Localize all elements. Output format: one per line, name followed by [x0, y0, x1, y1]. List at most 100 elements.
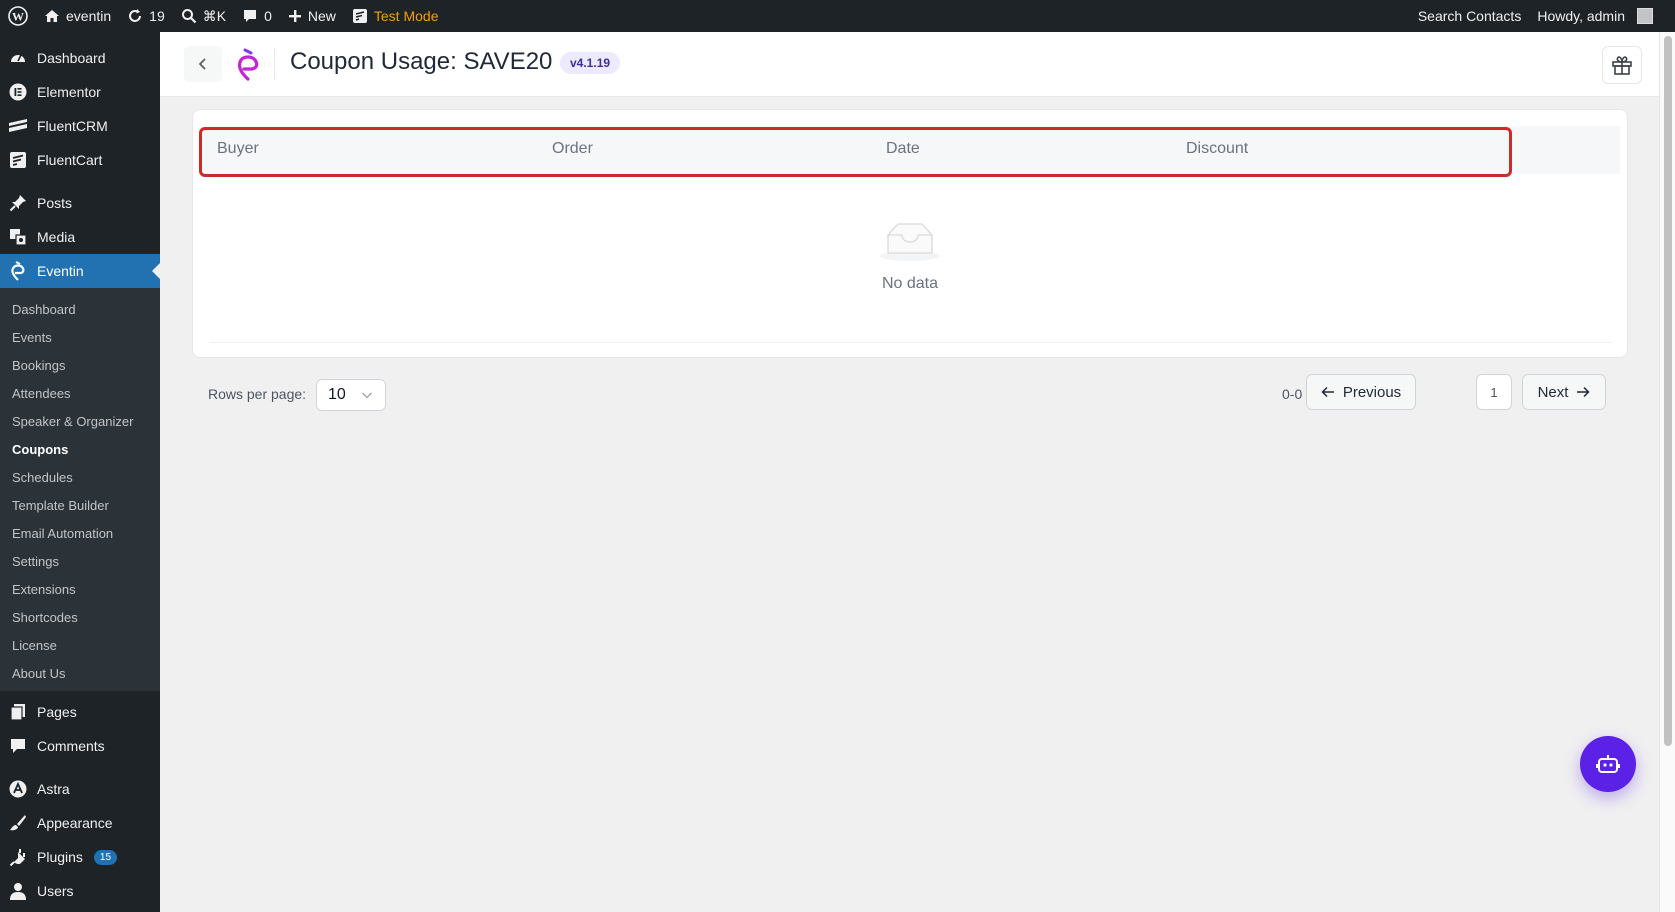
rows-per-page-select[interactable]: 10 [316, 379, 386, 411]
submenu-license[interactable]: License [0, 631, 160, 659]
empty-state: No data [193, 220, 1627, 293]
brush-icon [8, 813, 28, 833]
eventin-submenu: Dashboard Events Bookings Attendees Spea… [0, 288, 160, 691]
menu-label: Appearance [37, 815, 113, 831]
menu-plugins[interactable]: Plugins 15 [0, 840, 160, 874]
menu-appearance[interactable]: Appearance [0, 806, 160, 840]
robot-icon [1596, 755, 1620, 773]
previous-button[interactable]: Previous [1306, 374, 1416, 410]
menu-posts[interactable]: Posts [0, 186, 160, 220]
gift-icon [1612, 56, 1632, 75]
eventin-logo-icon [235, 46, 261, 82]
submenu-speaker-organizer[interactable]: Speaker & Organizer [0, 407, 160, 435]
table-bottom-divider [209, 342, 1611, 343]
empty-text: No data [881, 275, 939, 292]
search-contacts-link[interactable]: Search Contacts [1410, 0, 1530, 32]
menu-users[interactable]: Users [0, 874, 160, 908]
search-shortcut-link[interactable]: ⌘K [173, 0, 234, 32]
menu-label: Media [37, 229, 76, 245]
submenu-coupons[interactable]: Coupons [0, 435, 160, 463]
page-number-1[interactable]: 1 [1476, 374, 1512, 410]
updates-count: 19 [149, 8, 165, 24]
submenu-schedules[interactable]: Schedules [0, 463, 160, 491]
arrow-left-icon [1321, 386, 1334, 398]
fluentcart-icon [8, 150, 28, 170]
menu-comments[interactable]: Comments [0, 729, 160, 763]
menu-media[interactable]: Media [0, 220, 160, 254]
submenu-settings[interactable]: Settings [0, 547, 160, 575]
search-shortcut: ⌘K [202, 7, 227, 24]
my-account-link[interactable]: Howdy, admin [1529, 0, 1661, 32]
menu-label: Astra [37, 781, 70, 797]
menu-fluentcart[interactable]: FluentCart [0, 143, 160, 177]
search-icon [181, 9, 197, 24]
menu-eventin[interactable]: Eventin [0, 254, 160, 288]
comments-link[interactable]: 0 [234, 0, 280, 32]
menu-label: Dashboard [37, 50, 106, 66]
rows-per-page-label: Rows per page: [208, 386, 307, 402]
previous-label: Previous [1342, 383, 1402, 401]
page-scrollbar[interactable] [1659, 32, 1675, 912]
plugins-update-badge: 15 [93, 849, 118, 865]
back-button[interactable] [184, 46, 222, 82]
test-mode-link[interactable]: Test Mode [344, 0, 447, 32]
comment-icon [8, 736, 28, 756]
wordpress-logo-icon[interactable]: W [0, 0, 36, 32]
next-button[interactable]: Next [1522, 374, 1606, 410]
submenu-extensions[interactable]: Extensions [0, 575, 160, 603]
submenu-attendees[interactable]: Attendees [0, 379, 160, 407]
submenu-dashboard[interactable]: Dashboard [0, 295, 160, 323]
gift-button[interactable] [1602, 46, 1642, 84]
elementor-icon [8, 82, 28, 102]
ai-assistant-button[interactable] [1580, 736, 1636, 792]
menu-label: Posts [37, 195, 73, 211]
menu-fluentcrm[interactable]: FluentCRM [0, 109, 160, 143]
admin-sidebar: Dashboard Elementor FluentCRM FluentCart… [0, 32, 160, 912]
chevron-down-icon [362, 392, 372, 399]
rows-per-page-value: 10 [328, 386, 346, 403]
version-badge: v4.1.19 [560, 52, 621, 74]
new-content-link[interactable]: New [280, 0, 344, 32]
home-icon [45, 10, 59, 22]
menu-pages[interactable]: Pages [0, 695, 160, 729]
chevron-left-icon [198, 58, 206, 70]
scrollbar-thumb[interactable] [1664, 36, 1672, 746]
dashboard-icon [8, 48, 28, 68]
user-icon [8, 881, 28, 901]
fluentcart-icon [352, 9, 367, 23]
refresh-icon [129, 9, 142, 22]
howdy-text: Howdy, admin [1537, 8, 1625, 24]
submenu-bookings[interactable]: Bookings [0, 351, 160, 379]
comments-count: 0 [264, 8, 272, 24]
menu-dashboard[interactable]: Dashboard [0, 41, 160, 75]
menu-label: FluentCRM [37, 118, 108, 134]
astra-icon [8, 779, 28, 799]
site-name-link[interactable]: eventin [36, 0, 119, 32]
eventin-icon [8, 261, 28, 281]
page-title: Coupon Usage: SAVE20 [290, 48, 553, 75]
comment-icon [244, 10, 257, 22]
submenu-about-us[interactable]: About Us [0, 659, 160, 687]
menu-label: Comments [37, 738, 105, 754]
menu-label: Users [37, 883, 74, 899]
menu-astra[interactable]: Astra [0, 772, 160, 806]
menu-elementor[interactable]: Elementor [0, 75, 160, 109]
menu-label: Elementor [37, 84, 101, 100]
empty-inbox-icon [880, 223, 940, 261]
updates-link[interactable]: 19 [119, 0, 173, 32]
submenu-shortcodes[interactable]: Shortcodes [0, 603, 160, 631]
plus-icon [288, 10, 301, 22]
submenu-template-builder[interactable]: Template Builder [0, 491, 160, 519]
menu-label: Pages [37, 704, 77, 720]
svg-text:W: W [12, 10, 24, 24]
media-icon [8, 227, 28, 247]
test-mode-label: Test Mode [373, 8, 439, 24]
submenu-events[interactable]: Events [0, 323, 160, 351]
site-name: eventin [66, 8, 112, 24]
header-divider [274, 48, 275, 80]
new-label: New [307, 8, 336, 24]
page-header: Coupon Usage: SAVE20 v4.1.19 [160, 32, 1659, 97]
arrow-right-icon [1577, 386, 1590, 398]
submenu-email-automation[interactable]: Email Automation [0, 519, 160, 547]
menu-label: FluentCart [37, 152, 103, 168]
